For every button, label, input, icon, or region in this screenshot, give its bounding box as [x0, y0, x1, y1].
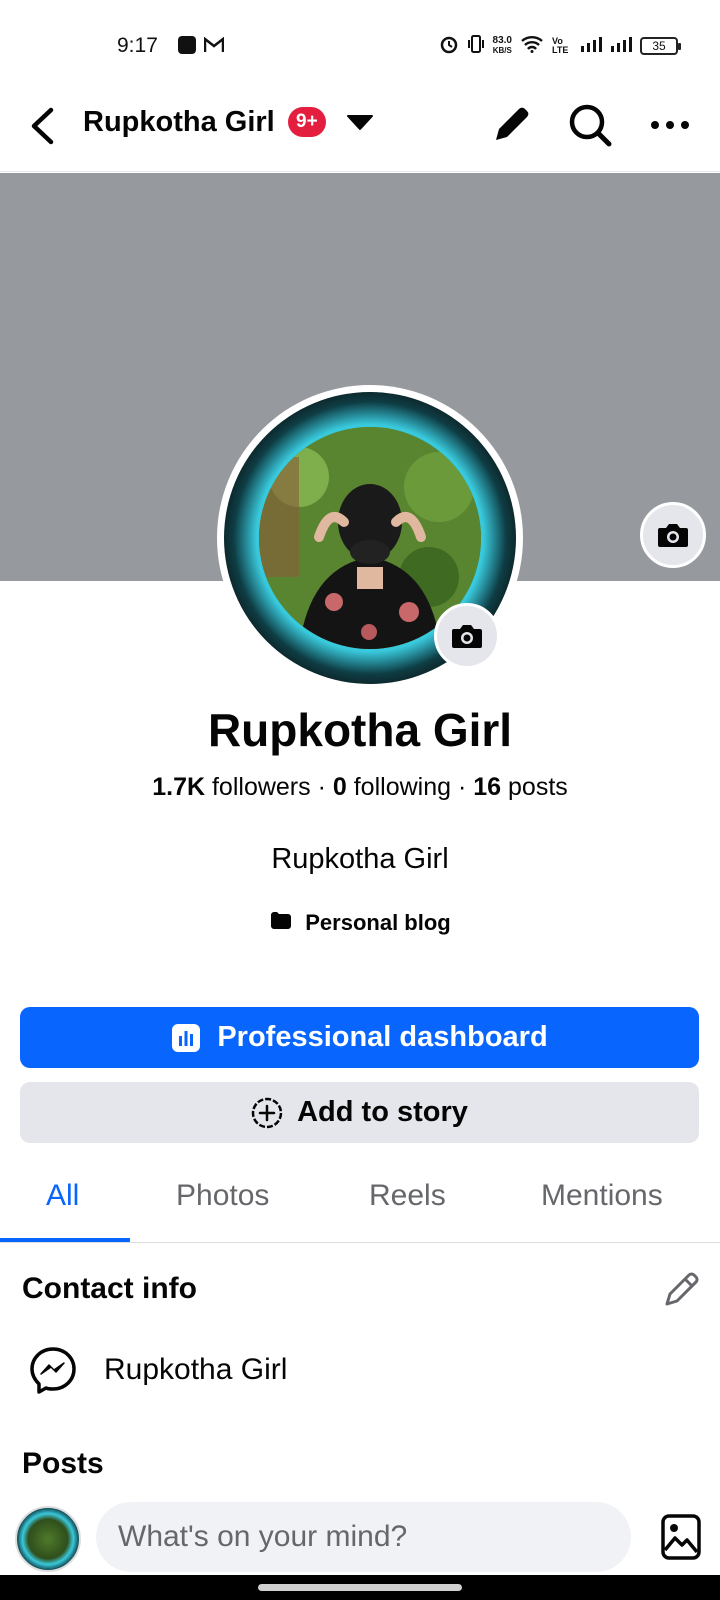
wifi-icon [520, 35, 544, 56]
dashboard-chart-icon [172, 1023, 201, 1052]
posts-label: posts [508, 773, 568, 801]
professional-dashboard-button[interactable]: Professional dashboard [20, 1007, 699, 1068]
category-label: Personal blog [305, 910, 451, 935]
volte-label: Vo LTE [552, 35, 569, 55]
pencil-icon [496, 107, 529, 140]
notification-badge: 9+ [288, 107, 326, 137]
composer-placeholder: What's on your mind? [118, 1520, 408, 1553]
alarm-icon [439, 34, 459, 57]
status-time: 9:17 [117, 34, 158, 57]
messenger-icon [30, 1347, 76, 1394]
signal-icon-sim1 [580, 36, 602, 55]
search-button[interactable] [565, 100, 615, 150]
following-count[interactable]: 0 [333, 773, 347, 801]
status-notification-icons [178, 36, 225, 59]
photo-icon [661, 1514, 701, 1560]
contact-messenger-row[interactable]: Rupkotha Girl [28, 1345, 287, 1395]
following-label[interactable]: following [354, 773, 451, 801]
camera-icon [658, 524, 688, 547]
back-button[interactable] [22, 102, 62, 150]
home-gesture-handle[interactable] [258, 1584, 462, 1591]
add-photo-button[interactable] [653, 1509, 709, 1565]
active-tab-indicator [0, 1238, 130, 1242]
profile-tabs: All Photos Reels Mentions [0, 1165, 720, 1243]
more-options-button[interactable] [645, 100, 695, 150]
whats-on-your-mind-input[interactable]: What's on your mind? [96, 1502, 631, 1572]
status-system-icons: 83.0 KB/S Vo LTE 35 [439, 34, 681, 57]
posts-title: Posts [22, 1447, 104, 1480]
profile-header: Rupkotha Girl 9+ [0, 90, 720, 172]
header-title[interactable]: Rupkotha Girl [83, 106, 275, 139]
tab-mentions[interactable]: Mentions [541, 1179, 663, 1213]
contact-info-title: Contact info [22, 1272, 197, 1305]
profile-stats: 1.7K followers · 0 following · 16 posts [0, 773, 720, 802]
vibrate-icon [467, 34, 485, 57]
stats-separator: · [317, 773, 326, 801]
add-to-story-label: Add to story [297, 1096, 468, 1128]
edit-profile-picture-button[interactable] [434, 603, 500, 669]
search-icon [569, 104, 612, 147]
followers-count[interactable]: 1.7K [152, 773, 205, 801]
professional-dashboard-label: Professional dashboard [217, 1021, 548, 1053]
pencil-outline-icon [665, 1272, 699, 1306]
profile-category: Personal blog [0, 910, 720, 936]
tab-all[interactable]: All [46, 1179, 79, 1213]
add-circle-icon [251, 1097, 283, 1128]
messenger-name: Rupkotha Girl [104, 1353, 288, 1386]
stats-separator: · [457, 773, 467, 801]
camera-icon [452, 625, 482, 648]
net-speed-value: 83.0 [492, 34, 512, 46]
battery-indicator: 35 [640, 36, 681, 55]
tab-reels[interactable]: Reels [369, 1179, 446, 1213]
back-arrow-icon [31, 107, 54, 145]
edit-cover-photo-button[interactable] [640, 502, 706, 568]
net-speed: 83.0 KB/S [492, 34, 512, 56]
status-bar: 9:17 83.0 KB/S Vo LTE 35 [0, 0, 720, 90]
tab-photos[interactable]: Photos [176, 1179, 269, 1213]
posts-count: 16 [473, 773, 502, 801]
app-notification-icon [178, 36, 196, 59]
signal-icon-sim2 [610, 36, 632, 55]
net-speed-unit: KB/S [492, 45, 512, 55]
more-dots-icon [651, 121, 689, 129]
edit-profile-button[interactable] [488, 100, 536, 148]
profile-name: Rupkotha Girl [207, 704, 513, 756]
add-to-story-button[interactable]: Add to story [20, 1082, 699, 1143]
gmail-icon [203, 36, 225, 58]
category-icon [269, 910, 293, 936]
edit-contact-info-button[interactable] [660, 1267, 704, 1311]
composer-avatar[interactable] [15, 1506, 81, 1572]
account-switch-caret-icon[interactable] [346, 112, 374, 137]
followers-label[interactable]: followers [212, 773, 311, 801]
system-navigation-bar [0, 1575, 720, 1600]
profile-bio: Rupkotha Girl [271, 843, 449, 875]
